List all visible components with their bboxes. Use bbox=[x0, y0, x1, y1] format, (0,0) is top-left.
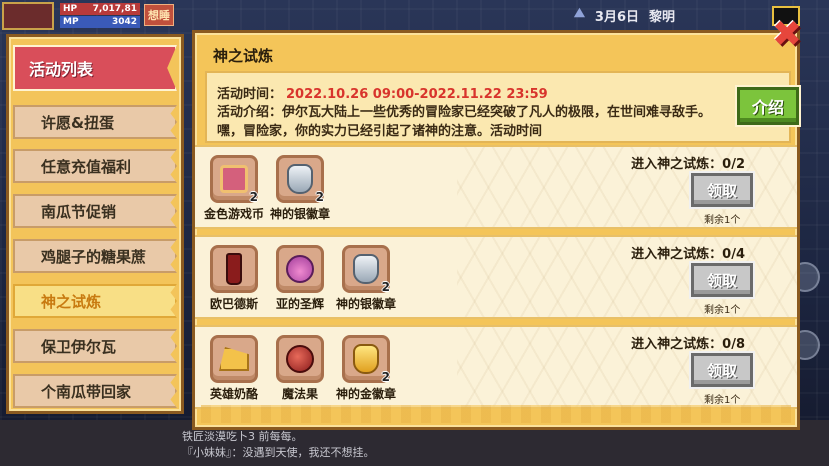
claim-button[interactable]: 领取 bbox=[691, 263, 753, 297]
activity-time: 活动时间： 2022.10.26 09:00-2022.11.22 23:59 bbox=[217, 83, 548, 102]
weather-icon: ⛰ bbox=[574, 6, 585, 21]
chat-line: 铁匠淡漠吃卜3 前每每。 bbox=[182, 430, 303, 443]
sidebar-item-defend-ilwa[interactable]: 保卫伊尔瓦 bbox=[13, 329, 177, 363]
time-value: 2022.10.26 09:00-2022.11.22 23:59 bbox=[286, 87, 548, 102]
claim-button[interactable]: 领取 bbox=[691, 353, 753, 387]
mp-label: MP bbox=[63, 17, 79, 27]
task-progress: 进入神之试炼：0/8 bbox=[631, 337, 745, 352]
remaining-count: 剩余1个 bbox=[704, 215, 741, 226]
task-row: 2 金色游戏币 2 神的银徽章 进入神之试炼：0/2 领取 剩余1个 bbox=[195, 145, 797, 229]
game-date: ⛰ 3月6日 黎明 bbox=[574, 6, 675, 25]
close-button[interactable]: ✖ bbox=[768, 17, 806, 54]
reward-slot: 2 bbox=[276, 155, 324, 204]
silver-badge-icon bbox=[351, 254, 381, 284]
reward-item[interactable]: 亚的圣辉 bbox=[271, 245, 329, 312]
time-of-day-label: 黎明 bbox=[649, 10, 676, 25]
panel-title: 神之试炼 bbox=[213, 47, 274, 65]
cheese-icon bbox=[219, 344, 249, 374]
panel-footer-decoration bbox=[201, 405, 791, 423]
reward-name: 神的金徽章 bbox=[335, 387, 396, 401]
sidebar-item-recharge-bonus[interactable]: 任意充值福利 bbox=[13, 149, 177, 183]
hp-value: 7,017,81 bbox=[92, 4, 137, 14]
reward-item[interactable]: 英雄奶酪 bbox=[205, 335, 263, 402]
reward-name: 金色游戏币 bbox=[203, 207, 264, 221]
reward-count: 2 bbox=[381, 280, 390, 294]
reward-name: 神的银徽章 bbox=[335, 297, 396, 311]
time-label: 活动时间： bbox=[217, 87, 283, 102]
reward-slot bbox=[276, 335, 324, 383]
mp-value: 3042 bbox=[111, 17, 137, 27]
reward-name: 亚的圣辉 bbox=[275, 297, 324, 311]
reward-slot bbox=[276, 245, 324, 293]
reward-item[interactable]: 魔法果 bbox=[271, 335, 329, 402]
reward-count: 2 bbox=[249, 190, 258, 204]
activity-panel: 神之试炼 活动时间： 2022.10.26 09:00-2022.11.22 23… bbox=[192, 30, 800, 430]
chat-log: 铁匠淡漠吃卜3 前每每。 『小妹妹』：没遇到天使，我还不想挂。 bbox=[182, 429, 375, 461]
task-progress: 进入神之试炼：0/2 bbox=[631, 157, 745, 172]
remaining-count: 剩余1个 bbox=[704, 305, 741, 316]
bottle-icon bbox=[219, 253, 249, 285]
sidebar-item-pumpkin-home[interactable]: 个南瓜带回家 bbox=[13, 374, 177, 408]
reward-slot: 2 bbox=[342, 335, 390, 384]
task-row: 英雄奶酪 魔法果 2 神的金徽章 进入神之试炼：0/8 领取 剩余1个 bbox=[195, 325, 797, 409]
reward-item[interactable]: 2 神的银徽章 bbox=[336, 245, 396, 312]
date-label: 3月6日 bbox=[594, 10, 640, 25]
gold-badge-icon bbox=[351, 344, 381, 374]
reward-count: 2 bbox=[381, 370, 390, 384]
reward-name: 英雄奶酪 bbox=[209, 387, 258, 401]
task-row: 欧巴德斯 亚的圣辉 2 神的银徽章 进入神之试炼：0/4 领取 剩余1个 bbox=[195, 235, 797, 319]
activity-sidebar: 活动列表 许愿&扭蛋 任意充值福利 南瓜节促销 鸡腿子的糖果蔗 神之试炼 保卫伊… bbox=[6, 34, 184, 414]
reward-item[interactable]: 2 神的金徽章 bbox=[336, 335, 396, 402]
silver-badge-icon bbox=[285, 164, 315, 194]
sidebar-item-candy-cane[interactable]: 鸡腿子的糖果蔗 bbox=[13, 239, 177, 273]
fruit-icon bbox=[285, 344, 315, 374]
reward-name: 魔法果 bbox=[281, 387, 318, 401]
activity-description: 活动介绍：伊尔瓦大陆上一些优秀的冒险家已经突破了凡人的极限，在世间难寻敌手。嘿，… bbox=[217, 105, 712, 139]
gold-card-icon bbox=[219, 164, 249, 194]
reward-item[interactable]: 2 金色游戏币 bbox=[204, 155, 264, 222]
reward-name: 神的银徽章 bbox=[269, 207, 330, 221]
player-avatar[interactable] bbox=[2, 2, 54, 30]
reward-slot bbox=[210, 335, 258, 383]
reward-slot: 2 bbox=[210, 155, 258, 204]
mp-bar: MP 3042 bbox=[60, 16, 140, 28]
hp-label: HP bbox=[63, 4, 78, 14]
activity-info: 活动时间： 2022.10.26 09:00-2022.11.22 23:59 活… bbox=[205, 71, 799, 143]
reward-name: 欧巴德斯 bbox=[209, 297, 258, 311]
reward-slot bbox=[210, 245, 258, 293]
reward-count: 2 bbox=[315, 190, 324, 204]
hp-bar: HP 7,017,81 bbox=[60, 3, 140, 15]
task-progress: 进入神之试炼：0/4 bbox=[631, 247, 745, 262]
top-hud: HP 7,017,81 MP 3042 想睡 ⛰ 3月6日 黎明 bbox=[0, 0, 829, 32]
sidebar-item-god-trial[interactable]: 神之试炼 bbox=[13, 284, 177, 318]
potion-icon bbox=[285, 254, 315, 284]
remaining-count: 剩余1个 bbox=[704, 395, 741, 406]
status-badge[interactable]: 想睡 bbox=[144, 4, 174, 26]
sidebar-item-wish-gacha[interactable]: 许愿&扭蛋 bbox=[13, 105, 177, 139]
claim-button[interactable]: 领取 bbox=[691, 173, 753, 207]
reward-item[interactable]: 欧巴德斯 bbox=[205, 245, 263, 312]
sidebar-item-pumpkin-sale[interactable]: 南瓜节促销 bbox=[13, 194, 177, 228]
intro-button[interactable]: 介绍 bbox=[737, 87, 799, 125]
reward-slot: 2 bbox=[342, 245, 390, 294]
reward-item[interactable]: 2 神的银徽章 bbox=[270, 155, 330, 222]
sidebar-header: 活动列表 bbox=[13, 45, 177, 91]
chat-line: 『小妹妹』：没遇到天使，我还不想挂。 bbox=[182, 446, 375, 459]
